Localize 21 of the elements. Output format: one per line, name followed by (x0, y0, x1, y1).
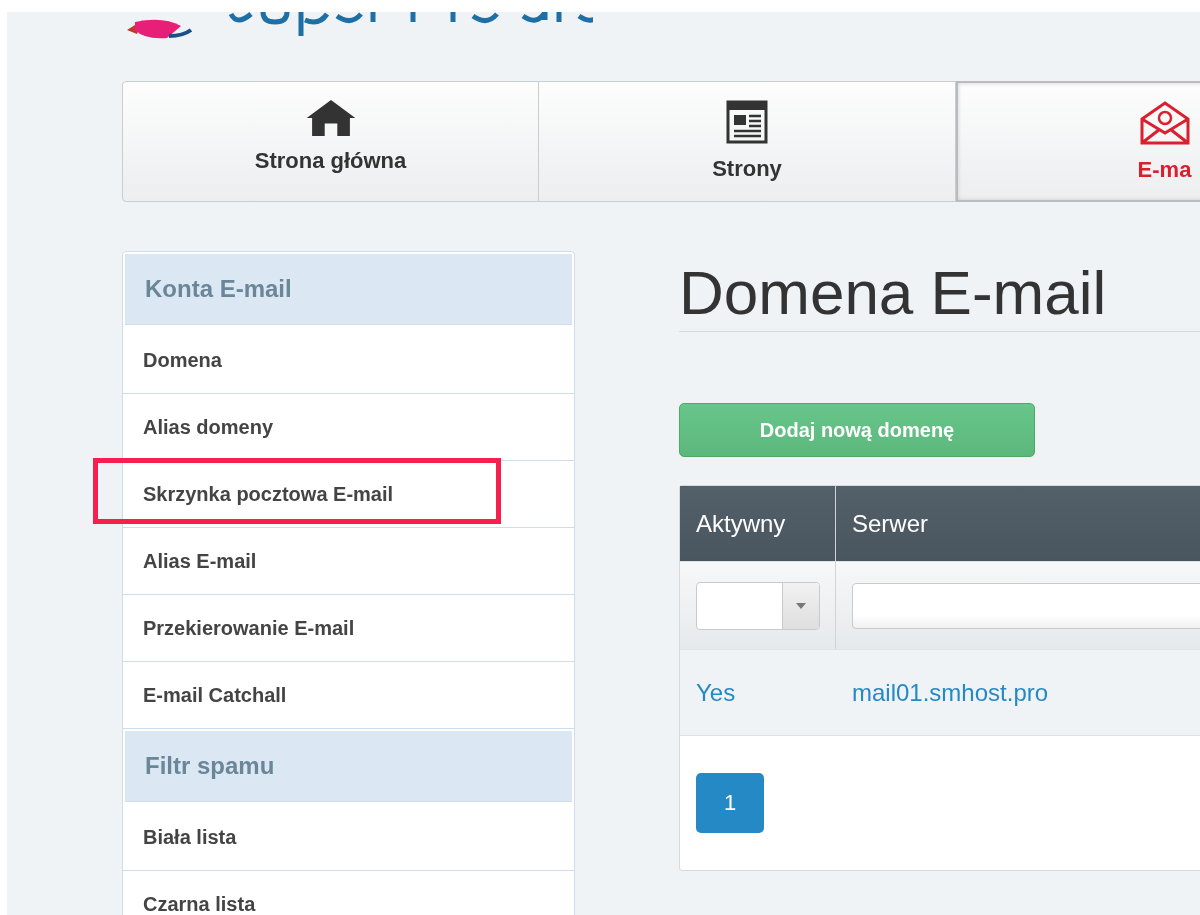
sidebar-item[interactable]: Alias E-mail (123, 528, 574, 595)
nav-tab[interactable]: E-ma (956, 81, 1200, 202)
column-header: Serwer (852, 509, 929, 538)
nav-tab[interactable]: Strony (539, 81, 956, 202)
page-button[interactable]: 1 (696, 773, 764, 833)
column-header: Aktywny (696, 509, 786, 538)
sidebar-section-header: Filtr spamu (125, 731, 572, 802)
document-icon (726, 100, 768, 144)
sidebar-item[interactable]: Czarna lista (123, 871, 574, 915)
sidebar-section-header: Konta E-mail (125, 254, 572, 325)
filter-select[interactable] (696, 581, 820, 630)
nav-tab[interactable]: Strona główna (122, 81, 539, 202)
sidebar-item[interactable]: Przekierowanie E-mail (123, 595, 574, 662)
sidebar-item[interactable]: Skrzynka pocztowa E-mail (123, 461, 574, 528)
sidebar-item[interactable]: Biała lista (123, 804, 574, 871)
envelope-icon (1139, 101, 1190, 145)
caret-icon (796, 602, 806, 609)
sidebar-item[interactable]: E-mail Catchall (123, 662, 574, 729)
page-title: Domena E-mail (679, 257, 1108, 323)
sidebar-item[interactable]: Alias domeny (123, 394, 574, 461)
sidebar-item[interactable]: Domena (123, 327, 574, 394)
